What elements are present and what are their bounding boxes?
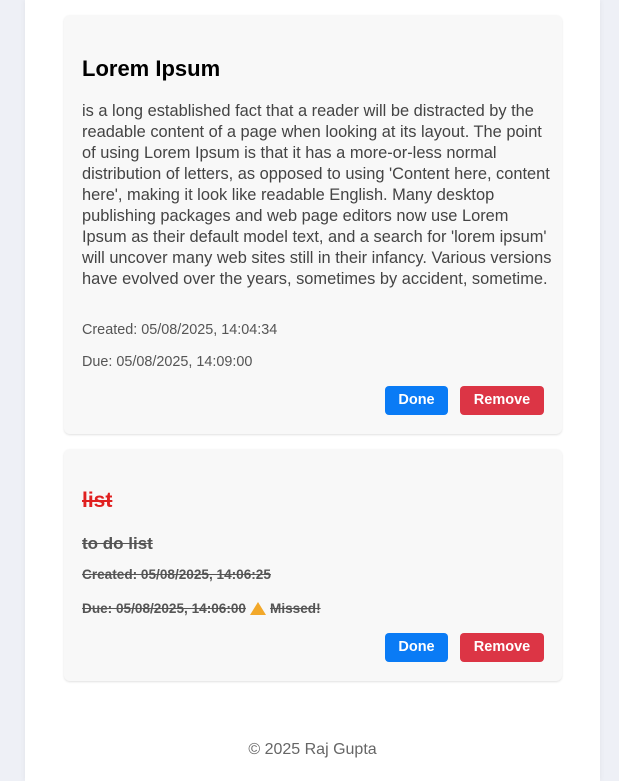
task-card: Lorem Ipsum is a long established fact t… [64, 15, 562, 434]
missed-status: Missed! [270, 601, 321, 616]
app-page: Lorem Ipsum is a long established fact t… [25, 0, 600, 781]
done-button[interactable]: Done [385, 386, 448, 415]
task-description: to do list [82, 534, 153, 553]
remove-button[interactable]: Remove [460, 386, 544, 415]
task-created-date: Created: 05/08/2025, 14:04:34 [82, 322, 278, 338]
task-card-completed: list to do list Created: 05/08/2025, 14:… [64, 449, 562, 681]
warning-icon [250, 602, 266, 615]
task-due-date: Due: 05/08/2025, 14:09:00 [82, 354, 253, 370]
task-created-date: Created: 05/08/2025, 14:06:25 [82, 567, 271, 582]
remove-button[interactable]: Remove [460, 633, 544, 662]
done-button[interactable]: Done [385, 633, 448, 662]
task-description: is a long established fact that a reader… [82, 102, 552, 288]
task-due-date: Due: 05/08/2025, 14:06:00 Missed! [82, 600, 321, 616]
task-due-text: Due: 05/08/2025, 14:06:00 [82, 601, 246, 616]
task-title: Lorem Ipsum [82, 56, 221, 81]
footer-copyright: © 2025 Raj Gupta [248, 741, 377, 758]
task-title: list [82, 489, 113, 512]
